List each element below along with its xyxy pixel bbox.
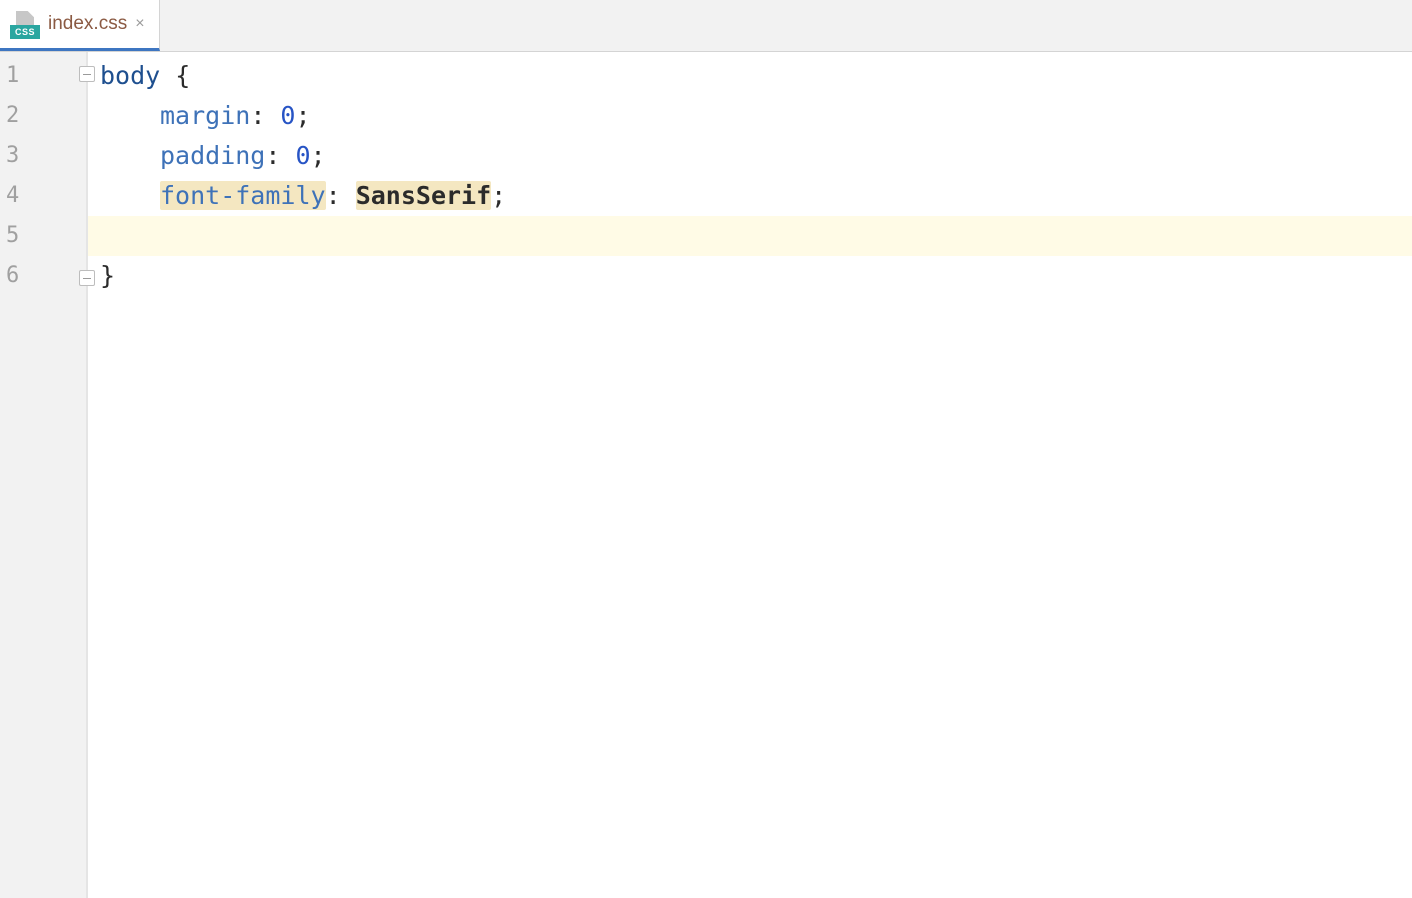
gutter: 1 2 3 4 5 6 (0, 52, 88, 898)
token-value: SansSerif (356, 181, 491, 210)
tab-bar: CSS index.css × (0, 0, 1412, 52)
filetype-badge: CSS (10, 25, 40, 39)
token-property: font-family (160, 181, 326, 210)
token-number: 0 (280, 101, 295, 130)
tab-filename: index.css (48, 13, 127, 35)
token-semicolon: ; (295, 101, 310, 130)
line-number[interactable]: 3 (0, 136, 86, 176)
line-number[interactable]: 5 (0, 216, 86, 256)
token-selector: body (100, 61, 160, 90)
line-number[interactable]: 6 (0, 256, 86, 296)
token-colon: : (326, 181, 356, 210)
token-colon: : (250, 101, 280, 130)
token-brace: { (160, 61, 190, 90)
line-number[interactable]: 4 (0, 176, 86, 216)
token-number: 0 (295, 141, 310, 170)
code-line[interactable]: font-family: SansSerif; (100, 176, 1412, 216)
token-semicolon: ; (311, 141, 326, 170)
code-line[interactable]: } (100, 256, 1412, 296)
token-colon: : (265, 141, 295, 170)
css-file-icon: CSS (10, 9, 40, 39)
line-number[interactable]: 2 (0, 96, 86, 136)
tab-index-css[interactable]: CSS index.css × (0, 0, 160, 51)
code-line[interactable]: padding: 0; (100, 136, 1412, 176)
token-property: padding (160, 141, 265, 170)
code-area[interactable]: body { margin: 0; padding: 0; font-famil… (88, 52, 1412, 898)
token-property: margin (160, 101, 250, 130)
code-line[interactable]: margin: 0; (100, 96, 1412, 136)
line-number[interactable]: 1 (0, 56, 86, 96)
code-editor[interactable]: 1 2 3 4 5 6 body { margin: 0; padding: 0… (0, 52, 1412, 898)
token-brace: } (100, 261, 115, 290)
close-icon[interactable]: × (135, 16, 144, 32)
code-line[interactable]: body { (100, 56, 1412, 96)
code-line-current[interactable] (88, 216, 1412, 256)
token-semicolon: ; (491, 181, 506, 210)
